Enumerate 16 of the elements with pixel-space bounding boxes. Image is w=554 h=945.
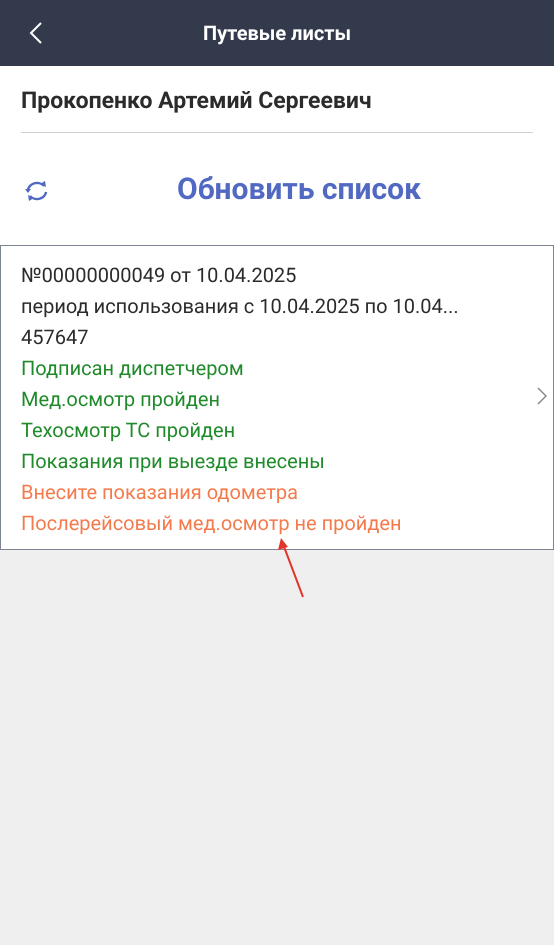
chevron-right-icon [537,387,547,405]
usage-period: период использования с 10.04.2025 по 10.04... [21,293,460,320]
status-line: Техосмотр ТС пройден [21,417,236,444]
refresh-icon [24,180,50,202]
screen-title: Путевые листы [202,20,352,47]
status-line: Мед.осмотр пройден [21,386,222,413]
status-line: Подписан диспетчером [21,355,245,382]
status-line: Внесите показания одометра [21,479,299,506]
back-icon [29,21,43,45]
status-line: Показания при выезде внесены [21,448,326,475]
status-line: Послерейсовый мед.осмотр не пройден [21,510,403,537]
waybill-card[interactable] [0,245,554,550]
waybill-number: №00000000049 от 10.04.2025 [21,262,298,289]
refresh-button[interactable]: Обновить список [0,133,554,245]
driver-name: Прокопенко Артемий Сергеевич [21,86,533,133]
vehicle-number: 457647 [21,324,90,351]
